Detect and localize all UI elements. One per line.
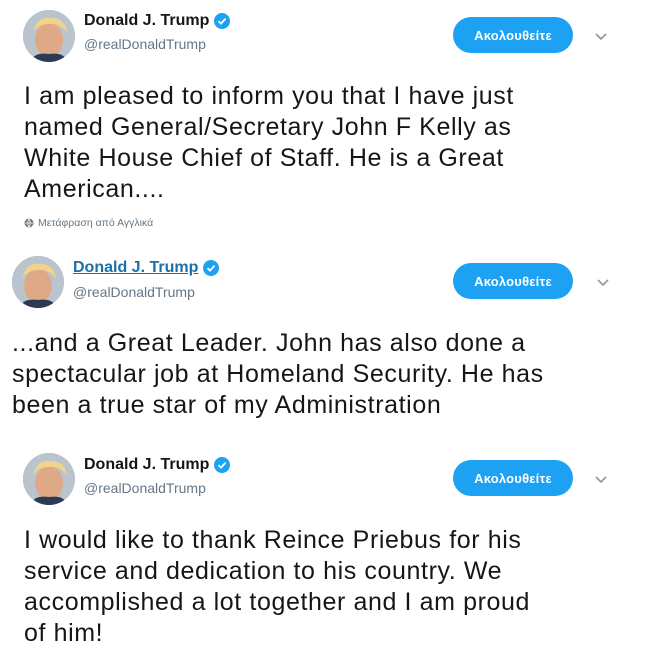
following-button[interactable]: Ακολουθείτε <box>453 263 573 299</box>
tweet-text-line: I am pleased to inform you that I have j… <box>24 82 514 110</box>
following-button[interactable]: Ακολουθείτε <box>453 17 573 53</box>
tweet-text: ...and a Great Leader. John has also don… <box>12 328 544 421</box>
author-name-row: Donald J. Trump <box>73 259 220 277</box>
author-handle[interactable]: @realDonaldTrump <box>84 480 206 496</box>
author-name[interactable]: Donald J. Trump <box>84 12 209 30</box>
translate-label: Μετάφραση από Αγγλικά <box>38 217 154 229</box>
avatar[interactable] <box>12 256 64 308</box>
avatar[interactable] <box>23 453 75 505</box>
tweet-text-line: of him! <box>24 619 104 647</box>
avatar[interactable] <box>23 10 75 62</box>
author-name[interactable]: Donald J. Trump <box>84 456 209 474</box>
translate-link[interactable]: Μετάφραση από Αγγλικά <box>24 217 153 229</box>
tweet-text: I would like to thank Reince Priebus for… <box>24 525 530 649</box>
author-name-row: Donald J. Trump <box>84 12 231 30</box>
chevron-down-icon[interactable] <box>595 33 607 41</box>
tweet-text-line: named General/Secretary John F Kelly as <box>24 113 512 141</box>
author-name[interactable]: Donald J. Trump <box>73 259 198 277</box>
chevron-down-icon[interactable] <box>595 476 607 484</box>
chevron-down-icon[interactable] <box>597 279 609 287</box>
tweet-text-line: accomplished a lot together and I am pro… <box>24 588 531 616</box>
verified-badge-icon <box>203 260 220 276</box>
author-handle[interactable]: @realDonaldTrump <box>73 284 195 300</box>
verified-badge-icon <box>214 457 231 473</box>
tweet-text-line: White House Chief of Staff. He is a Grea… <box>24 144 504 172</box>
tweet-text-line: spectacular job at Homeland Security. He… <box>12 360 544 388</box>
tweet-text-line: American.... <box>24 175 165 203</box>
author-handle[interactable]: @realDonaldTrump <box>84 36 206 52</box>
tweet-text-line: been a true star of my Administration <box>12 391 442 419</box>
tweet-text: I am pleased to inform you that I have j… <box>24 81 514 205</box>
tweet-text-line: service and dedication to his country. W… <box>24 557 503 585</box>
globe-icon <box>24 218 34 228</box>
following-button[interactable]: Ακολουθείτε <box>453 460 573 496</box>
tweet-text-line: ...and a Great Leader. John has also don… <box>12 329 526 357</box>
tweet-text-line: I would like to thank Reince Priebus for… <box>24 526 522 554</box>
author-name-row: Donald J. Trump <box>84 456 231 474</box>
verified-badge-icon <box>214 13 231 29</box>
